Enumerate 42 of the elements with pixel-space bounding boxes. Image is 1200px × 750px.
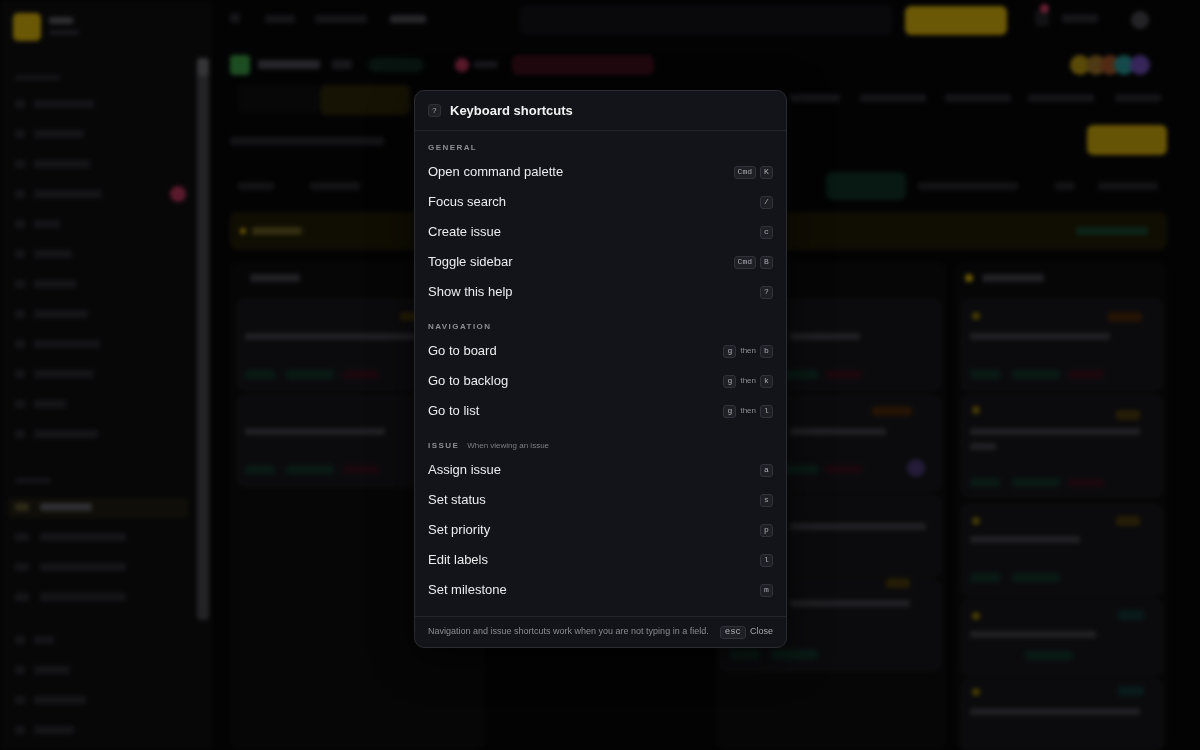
shortcut-action: Focus search bbox=[428, 193, 507, 212]
keyboard-key: K bbox=[760, 165, 773, 179]
keyboard-key: ? bbox=[760, 285, 773, 299]
keyboard-key: Cmd bbox=[733, 255, 756, 269]
shortcut-action: Show this help bbox=[428, 283, 513, 302]
section-heading: GENERAL bbox=[428, 144, 478, 152]
sequence-word: then bbox=[740, 347, 756, 355]
keyboard-key: B bbox=[760, 255, 773, 269]
keyboard-key: g bbox=[723, 404, 737, 418]
shortcut-action: Open command palette bbox=[428, 163, 564, 182]
shortcut-action: Go to backlog bbox=[428, 372, 509, 391]
shortcut-action: Create issue bbox=[428, 223, 501, 242]
keyboard-key: l bbox=[760, 404, 773, 418]
keyboard-key: p bbox=[760, 523, 773, 537]
shortcut-action: Toggle sidebar bbox=[428, 253, 513, 272]
keyboard-key: k bbox=[760, 374, 773, 388]
shortcut-action: Set status bbox=[428, 491, 486, 510]
sequence-word: then bbox=[740, 377, 756, 385]
keyboard-key: s bbox=[760, 493, 773, 507]
keyboard-key: m bbox=[760, 583, 773, 597]
shortcut-action: Set priority bbox=[428, 521, 491, 540]
keyboard-key: esc bbox=[719, 625, 746, 639]
keyboard-key: c bbox=[760, 225, 773, 239]
section-note: When viewing an issue bbox=[467, 442, 550, 450]
keyboard-key: g bbox=[723, 374, 737, 388]
dialog-title: Keyboard shortcuts bbox=[450, 101, 573, 120]
shortcut-action: Edit labels bbox=[428, 551, 488, 570]
section-heading: NAVIGATION bbox=[428, 323, 492, 331]
keyboard-key: l bbox=[760, 553, 773, 567]
keyboard-key: Cmd bbox=[733, 165, 756, 179]
keyboard-key: b bbox=[760, 344, 773, 358]
keyboard-key: ? bbox=[428, 104, 441, 117]
section-heading: ISSUE bbox=[428, 442, 460, 450]
keyboard-key: g bbox=[723, 344, 737, 358]
shortcut-action: Go to board bbox=[428, 342, 497, 361]
shortcut-action: Set milestone bbox=[428, 581, 507, 600]
footer-hint: Navigation and issue shortcuts work when you are not typing in a field. bbox=[428, 625, 709, 639]
keyboard-key: / bbox=[760, 195, 773, 209]
keyboard-key: a bbox=[760, 463, 773, 477]
sequence-word: then bbox=[740, 407, 756, 415]
shortcut-action: Go to list bbox=[428, 402, 480, 421]
shortcut-action: Assign issue bbox=[428, 461, 501, 480]
